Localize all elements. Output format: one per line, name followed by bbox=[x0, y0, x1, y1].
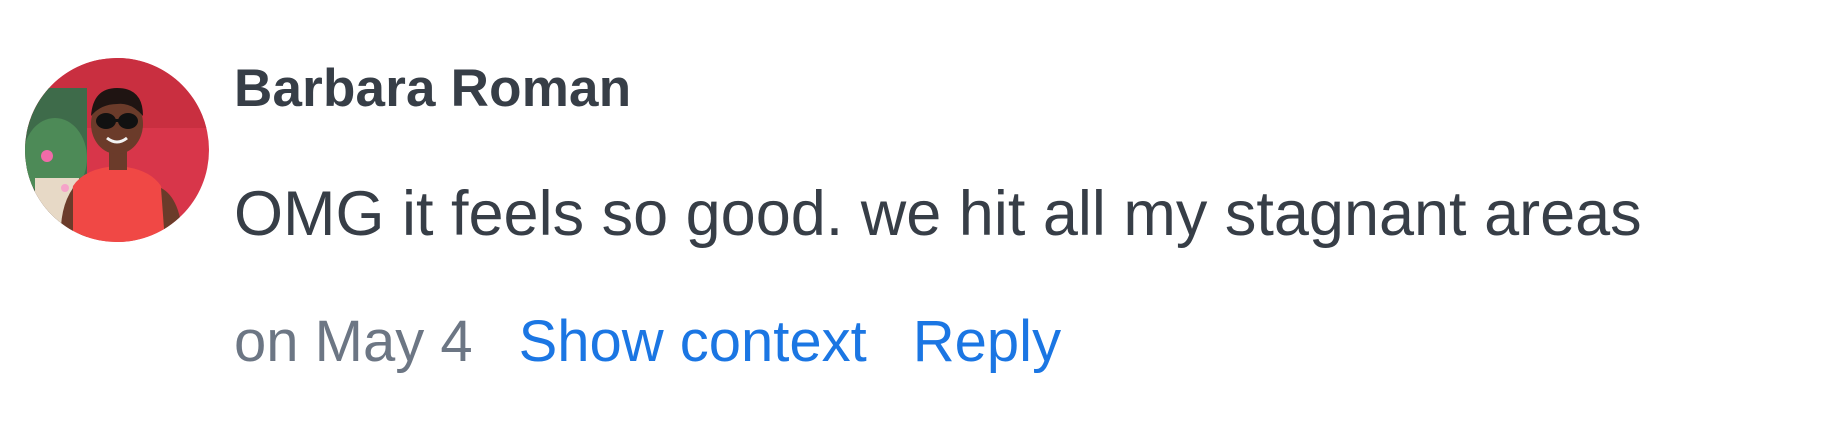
author-name[interactable]: Barbara Roman bbox=[234, 58, 631, 119]
comment-date: on May 4 bbox=[234, 309, 473, 374]
show-context-link[interactable]: Show context bbox=[519, 308, 867, 375]
comment-text: OMG it feels so good. we hit all my stag… bbox=[234, 179, 1642, 249]
comment: Barbara Roman OMG it feels so good. we h… bbox=[0, 0, 1834, 435]
comment-meta: on May 4 Show context Reply bbox=[234, 308, 1061, 375]
reply-link[interactable]: Reply bbox=[913, 308, 1061, 375]
user-avatar-icon bbox=[25, 58, 209, 242]
avatar[interactable] bbox=[25, 58, 209, 242]
